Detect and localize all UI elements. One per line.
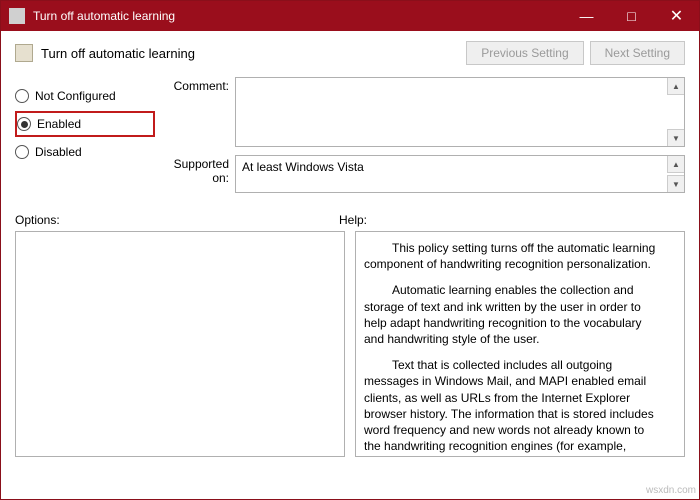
supported-row: Supported on: At least Windows Vista ▲ ▼: [155, 155, 685, 193]
header-row: Turn off automatic learning Previous Set…: [1, 31, 699, 71]
radio-label: Enabled: [37, 117, 81, 131]
help-paragraph: Automatic learning enables the collectio…: [364, 282, 664, 347]
app-icon: [9, 8, 25, 24]
radio-icon: [15, 89, 29, 103]
radio-label: Not Configured: [35, 89, 116, 103]
radio-not-configured[interactable]: Not Configured: [15, 83, 155, 109]
lower-section: This policy setting turns off the automa…: [1, 231, 699, 471]
options-label: Options:: [15, 213, 339, 227]
upper-section: Not Configured Enabled Disabled Comment:…: [1, 71, 699, 203]
comment-row: Comment: ▲ ▼: [155, 77, 685, 147]
radio-label: Disabled: [35, 145, 82, 159]
watermark: wsxdn.com: [646, 485, 696, 496]
right-column: Comment: ▲ ▼ Supported on: At least Wind…: [155, 77, 685, 201]
help-paragraph: This policy setting turns off the automa…: [364, 240, 664, 272]
maximize-button[interactable]: □: [609, 1, 654, 31]
window-title: Turn off automatic learning: [33, 9, 564, 23]
next-setting-button[interactable]: Next Setting: [590, 41, 685, 65]
scroll-up-icon[interactable]: ▲: [667, 78, 684, 95]
close-button[interactable]: ✕: [654, 1, 699, 31]
minimize-button[interactable]: —: [564, 1, 609, 31]
state-radio-group: Not Configured Enabled Disabled: [15, 77, 155, 201]
radio-icon: [17, 117, 31, 131]
comment-label: Comment:: [155, 77, 235, 147]
radio-enabled[interactable]: Enabled: [15, 111, 155, 137]
options-panel[interactable]: [15, 231, 345, 457]
scroll-up-icon[interactable]: ▲: [667, 156, 684, 173]
previous-setting-button[interactable]: Previous Setting: [466, 41, 583, 65]
radio-icon: [15, 145, 29, 159]
help-panel[interactable]: This policy setting turns off the automa…: [355, 231, 685, 457]
scroll-down-icon[interactable]: ▼: [667, 129, 684, 146]
titlebar: Turn off automatic learning — □ ✕: [1, 1, 699, 31]
help-paragraph: Text that is collected includes all outg…: [364, 357, 664, 457]
supported-label: Supported on:: [155, 155, 235, 193]
help-label: Help:: [339, 213, 367, 227]
radio-disabled[interactable]: Disabled: [15, 139, 155, 165]
policy-title: Turn off automatic learning: [41, 46, 460, 61]
lower-labels: Options: Help:: [1, 203, 699, 231]
supported-textarea: At least Windows Vista ▲ ▼: [235, 155, 685, 193]
scroll-down-icon[interactable]: ▼: [667, 175, 684, 192]
supported-value: At least Windows Vista: [242, 160, 364, 174]
policy-icon: [15, 44, 33, 62]
comment-textarea[interactable]: ▲ ▼: [235, 77, 685, 147]
